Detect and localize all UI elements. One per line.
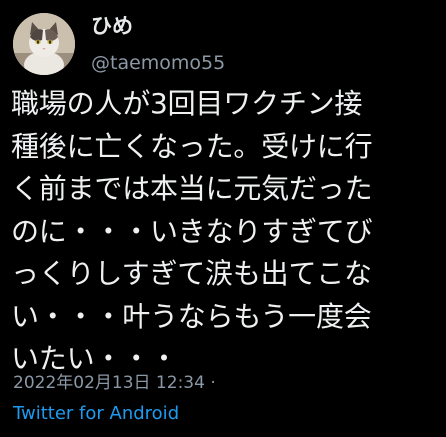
tweet-text-line: い・・・叶うならもう一度会 xyxy=(11,299,372,333)
display-name[interactable]: ひめ xyxy=(91,12,225,40)
tweet: ひめ @taemomo55 職場の人が3回目ワクチン接 種後に亡くなった。受けに… xyxy=(0,0,446,437)
tweet-text-line: っくりしすぎて涙も出てこな xyxy=(11,257,372,290)
tweet-text: 職場の人が3回目ワクチン接 種後に亡くなった。受けに行 く前までは本当に元気だっ… xyxy=(11,83,439,381)
user-handle[interactable]: @taemomo55 xyxy=(91,50,225,76)
tweet-text-line: のに・・・いきなりすぎてび xyxy=(11,214,373,248)
tweet-source-link[interactable]: Twitter for Android xyxy=(13,402,179,426)
user-info: ひめ @taemomo55 xyxy=(91,12,225,76)
tweet-text-line: 種後に亡くなった。受けに行 xyxy=(11,129,373,163)
tweet-text-line: く前までは本当に元気だった xyxy=(11,172,373,205)
cat-avatar-icon[interactable] xyxy=(13,13,75,75)
tweet-timestamp[interactable]: 2022年02月13日 12:34 · xyxy=(13,372,216,394)
tweet-text-line: 職場の人が3回目ワクチン接 xyxy=(11,87,363,120)
